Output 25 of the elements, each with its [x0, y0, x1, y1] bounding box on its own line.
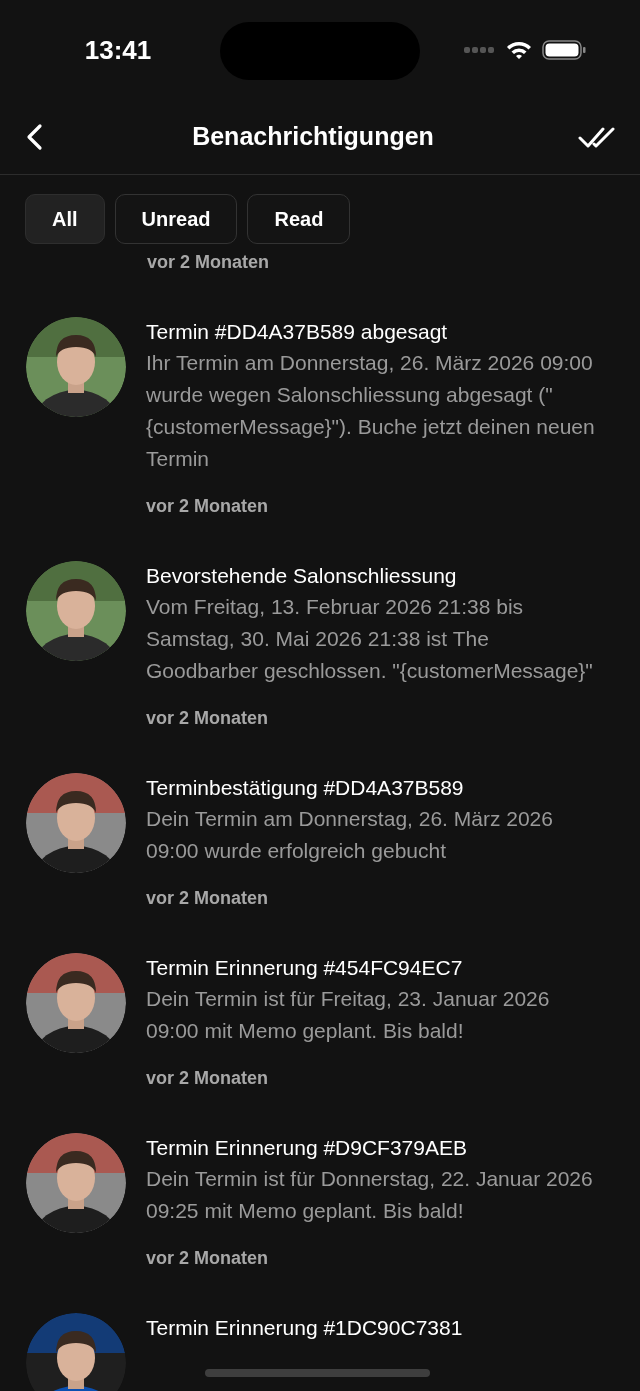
- notification-title: Bevorstehende Salonschliessung: [146, 563, 458, 589]
- notification-message: Dein Termin ist für Donnerstag, 22. Januar 2026 09:25 mit Memo geplant. Bis bald!: [146, 1166, 594, 1224]
- battery-icon: [542, 40, 586, 60]
- notification-title: Termin #DD4A37B589 abgesagt: [146, 319, 449, 345]
- notification-message: Dein Termin am Donnerstag, 26. März 2026 09:00 wurde erfolgreich gebucht: [146, 806, 554, 864]
- notification-title: Termin Erinnerung #D9CF379AEB: [146, 1135, 468, 1161]
- notification-title: Termin Erinnerung #1DC90C7381: [146, 1315, 463, 1341]
- notification-message: Dein Termin ist für Freitag, 23. Januar 2026 09:00 mit Memo geplant. Bis bald!: [146, 986, 551, 1044]
- filter-tab[interactable]: Unread: [114, 194, 238, 244]
- notification-time: vor 2 Monaten: [146, 495, 269, 518]
- filter-tab[interactable]: Read: [247, 194, 351, 244]
- filter-tab[interactable]: All: [25, 194, 105, 244]
- notification-time: vor 2 Monaten: [146, 1247, 269, 1270]
- notification-time: vor 2 Monaten: [146, 887, 269, 910]
- notification-time: vor 2 Monaten: [146, 707, 269, 730]
- status-time: 13:41: [83, 33, 153, 67]
- page-title: Benachrichtigungen: [192, 121, 434, 153]
- notification-title: Termin Erinnerung #454FC94EC7: [146, 955, 464, 981]
- signal-icon: [464, 47, 496, 53]
- notification-title: Terminbestätigung #DD4A37B589: [146, 775, 465, 801]
- notification-time: vor 2 Monaten: [146, 1067, 269, 1090]
- notification-message: Ihr Termin am Donnerstag, 26. März 2026 09:00 wurde wegen Salonschliessung abgesagt ("{customerMessage}"). Buche jetzt deinen neuen Termin: [146, 350, 596, 472]
- notification-time: vor 2 Monaten: [147, 251, 270, 274]
- wifi-icon: [506, 40, 532, 60]
- notification-message: Vom Freitag, 13. Februar 2026 21:38 bis Samstag, 30. Mai 2026 21:38 ist The Goodbarber geschlossen. "{customerMessage}": [146, 594, 594, 684]
